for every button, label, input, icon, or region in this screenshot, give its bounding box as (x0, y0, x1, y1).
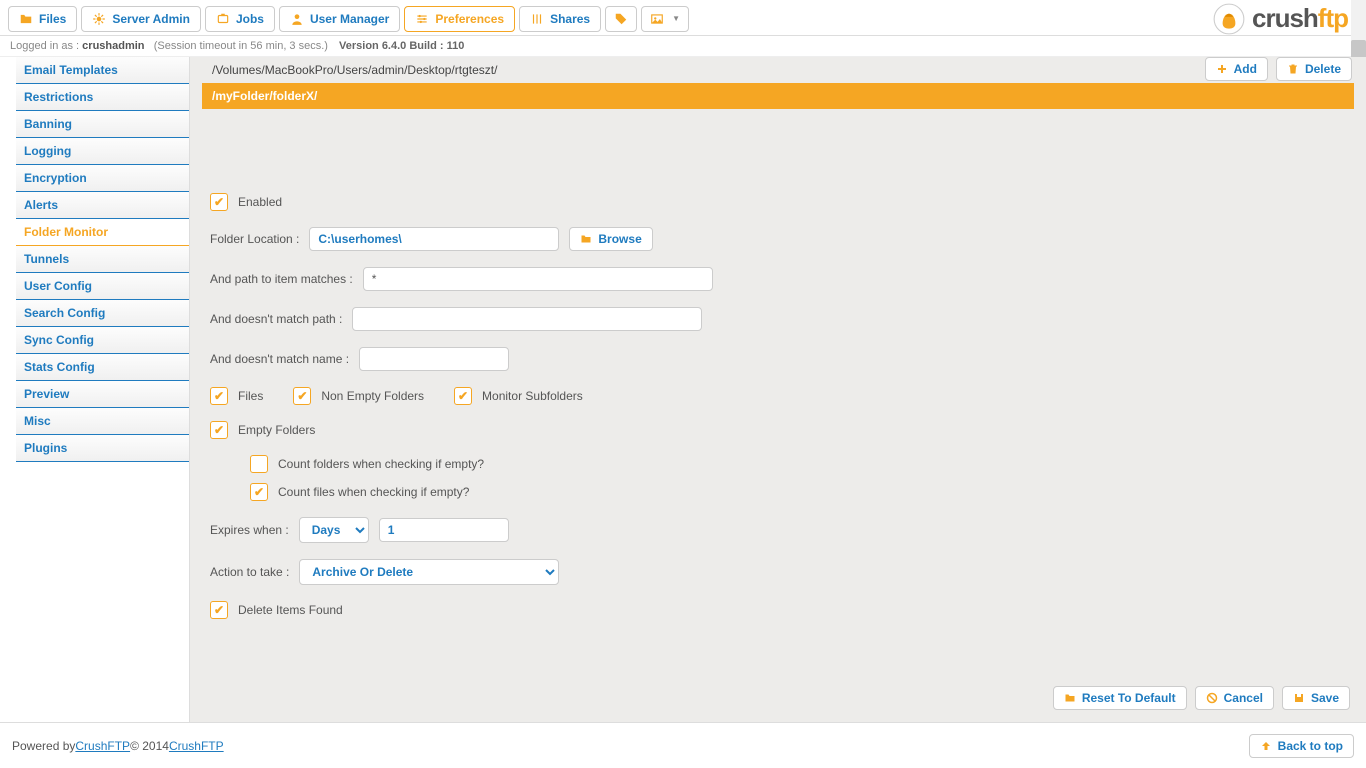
tab-shares[interactable]: Shares (519, 6, 601, 32)
action-label: Action to take : (210, 565, 289, 579)
empty-folders-checkbox[interactable] (210, 421, 228, 439)
tab-label: Shares (550, 12, 590, 26)
user-icon (290, 12, 304, 26)
expires-label: Expires when : (210, 523, 289, 537)
sidebar-item-email-templates[interactable]: Email Templates (16, 57, 189, 84)
tab-user-manager[interactable]: User Manager (279, 6, 400, 32)
count-files-checkbox[interactable] (250, 483, 268, 501)
sidebar-item-folder-monitor[interactable]: Folder Monitor (16, 219, 189, 246)
delete-button[interactable]: Delete (1276, 57, 1352, 81)
trash-icon (1287, 63, 1299, 75)
non-empty-checkbox[interactable] (293, 387, 311, 405)
plus-icon (1216, 63, 1228, 75)
list-item[interactable]: /myFolder/folderX/ (202, 83, 1354, 109)
reset-button[interactable]: Reset To Default (1053, 686, 1187, 710)
save-button[interactable]: Save (1282, 686, 1350, 710)
browse-button[interactable]: Browse (569, 227, 652, 251)
shares-icon (530, 12, 544, 26)
monitor-folder-list[interactable]: /Volumes/MacBookPro/Users/admin/Desktop/… (202, 57, 1354, 177)
expires-value-input[interactable] (379, 518, 509, 542)
top-tab-bar: Files Server Admin Jobs User Manager Pre… (0, 0, 1366, 36)
count-folders-checkbox[interactable] (250, 455, 268, 473)
image-icon (650, 12, 664, 26)
arrow-up-icon (1260, 740, 1272, 752)
not-match-path-input[interactable] (352, 307, 702, 331)
sidebar-item-logging[interactable]: Logging (16, 138, 189, 165)
gear-icon (92, 12, 106, 26)
page-footer: Powered by CrushFTP © 2014 CrushFTP Back… (0, 722, 1366, 768)
preferences-sidebar: Email Templates Restrictions Banning Log… (0, 57, 189, 722)
folder-icon (580, 233, 592, 245)
sidebar-item-search-config[interactable]: Search Config (16, 300, 189, 327)
sidebar-item-encryption[interactable]: Encryption (16, 165, 189, 192)
sliders-icon (415, 12, 429, 26)
tab-extra-2[interactable]: ▼ (641, 6, 689, 32)
sidebar-item-banning[interactable]: Banning (16, 111, 189, 138)
footer-link-crushftp[interactable]: CrushFTP (75, 739, 130, 753)
delete-items-checkbox[interactable] (210, 601, 228, 619)
tab-jobs[interactable]: Jobs (205, 6, 275, 32)
back-to-top-button[interactable]: Back to top (1249, 734, 1354, 758)
tab-preferences[interactable]: Preferences (404, 6, 515, 32)
enabled-checkbox[interactable] (210, 193, 228, 211)
folder-icon (19, 12, 33, 26)
sidebar-item-sync-config[interactable]: Sync Config (16, 327, 189, 354)
session-status: Logged in as : crushadmin (Session timeo… (0, 36, 1366, 57)
tab-label: Server Admin (112, 12, 190, 26)
tab-files[interactable]: Files (8, 6, 77, 32)
sidebar-item-misc[interactable]: Misc (16, 408, 189, 435)
fist-icon (1212, 2, 1246, 36)
footer-link-crushftp-2[interactable]: CrushFTP (169, 739, 224, 753)
tab-label: Preferences (435, 12, 504, 26)
expires-unit-select[interactable]: Days (299, 517, 369, 543)
path-match-label: And path to item matches : (210, 272, 353, 286)
folder-location-input[interactable] (309, 227, 559, 251)
tab-label: Files (39, 12, 66, 26)
folder-location-label: Folder Location : (210, 232, 299, 246)
sidebar-item-plugins[interactable]: Plugins (16, 435, 189, 462)
cancel-icon (1206, 692, 1218, 704)
chevron-down-icon: ▼ (672, 14, 680, 23)
app-logo: crushftp (1212, 2, 1358, 36)
tab-extra-1[interactable] (605, 6, 637, 32)
list-item[interactable]: /Volumes/MacBookPro/Users/admin/Desktop/… (202, 57, 1354, 83)
jobs-icon (216, 12, 230, 26)
enabled-label: Enabled (238, 195, 282, 209)
files-checkbox[interactable] (210, 387, 228, 405)
add-button[interactable]: Add (1205, 57, 1268, 81)
sidebar-item-preview[interactable]: Preview (16, 381, 189, 408)
monitor-sub-checkbox[interactable] (454, 387, 472, 405)
save-icon (1293, 692, 1305, 704)
action-select[interactable]: Archive Or Delete (299, 559, 559, 585)
tab-server-admin[interactable]: Server Admin (81, 6, 201, 32)
sidebar-item-restrictions[interactable]: Restrictions (16, 84, 189, 111)
sidebar-item-stats-config[interactable]: Stats Config (16, 354, 189, 381)
tab-label: User Manager (310, 12, 389, 26)
sidebar-item-user-config[interactable]: User Config (16, 273, 189, 300)
main-panel: Add Delete /Volumes/MacBookPro/Users/adm… (189, 57, 1366, 722)
path-match-input[interactable] (363, 267, 713, 291)
not-match-name-label: And doesn't match name : (210, 352, 349, 366)
sidebar-item-alerts[interactable]: Alerts (16, 192, 189, 219)
tag-icon (614, 12, 628, 26)
sidebar-item-tunnels[interactable]: Tunnels (16, 246, 189, 273)
not-match-name-input[interactable] (359, 347, 509, 371)
not-match-path-label: And doesn't match path : (210, 312, 342, 326)
folder-icon (1064, 692, 1076, 704)
cancel-button[interactable]: Cancel (1195, 686, 1274, 710)
tab-label: Jobs (236, 12, 264, 26)
